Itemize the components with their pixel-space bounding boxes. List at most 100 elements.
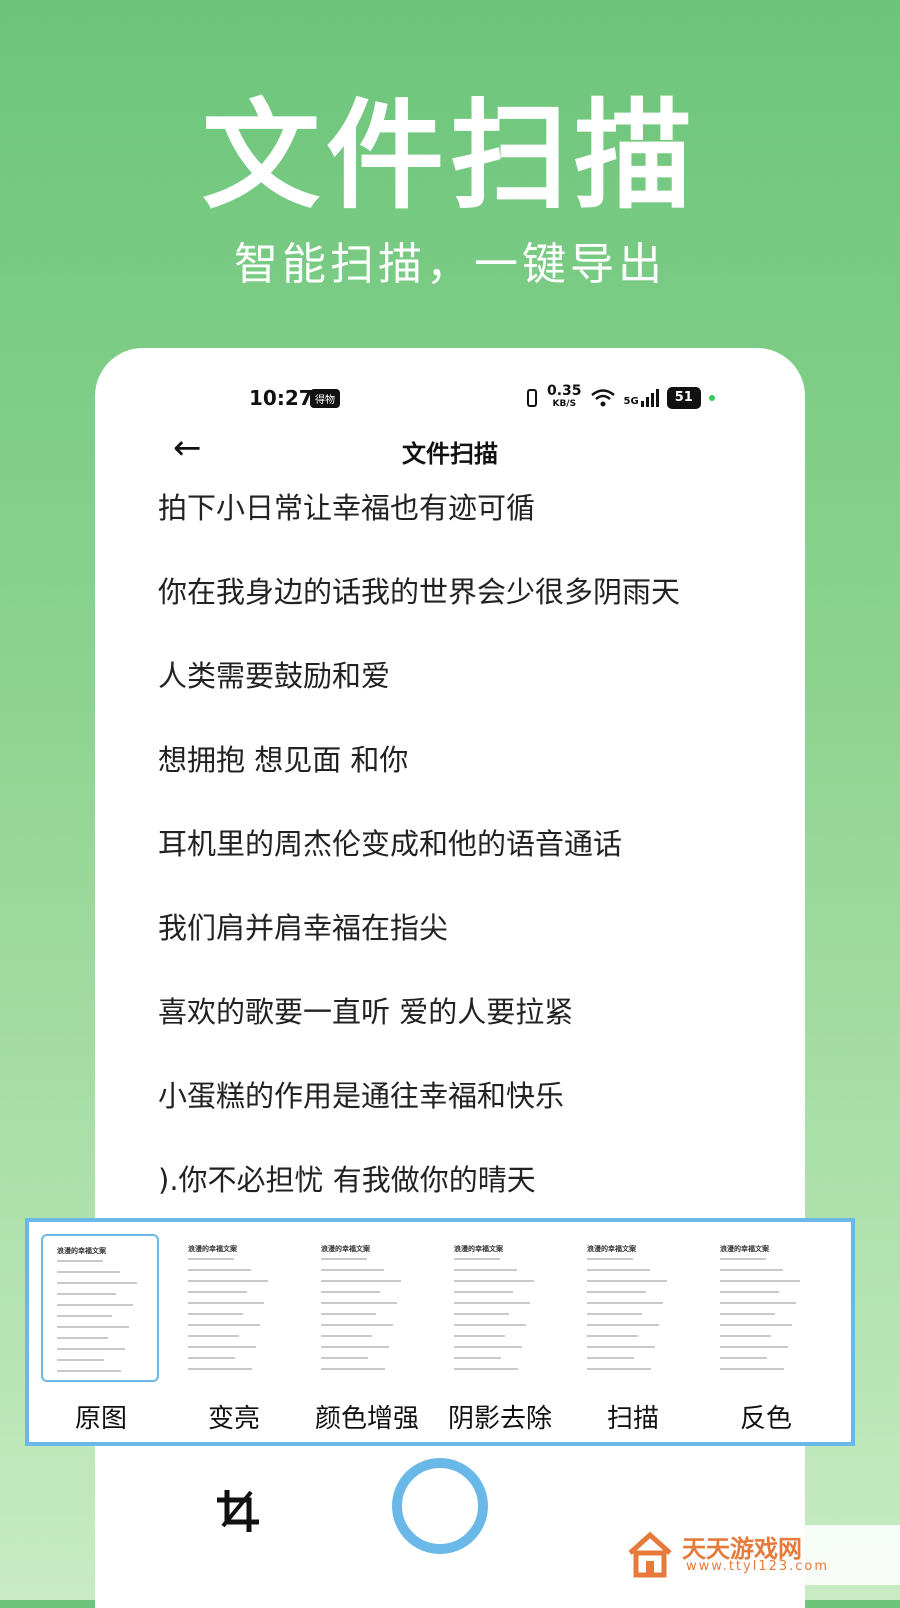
thumbnail-title: 浪漫的幸福文案: [587, 1245, 636, 1253]
thumbnail-text-line: [57, 1293, 116, 1295]
filter-label: 阴影去除: [447, 1404, 552, 1434]
thumbnail-text-line: [720, 1313, 775, 1315]
filter-color-enhance[interactable]: 浪漫的幸福文案 颜色增强: [301, 1234, 433, 1446]
thumbnail-text-line: [57, 1348, 125, 1350]
hero-title: 文件扫描: [201, 87, 698, 225]
thumbnail-text-line: [454, 1313, 509, 1315]
thumbnail-text-line: [454, 1291, 513, 1293]
filter-label: 颜色增强: [314, 1404, 419, 1434]
thumbnail-text-line: [188, 1302, 264, 1304]
thumbnail-text-line: [587, 1368, 651, 1370]
thumbnail-text-line: [57, 1260, 103, 1262]
thumbnail-text-line: [321, 1368, 385, 1370]
thumbnail-text-line: [454, 1302, 530, 1304]
thumbnail-text-line: [454, 1269, 517, 1271]
thumbnail-text-line: [321, 1291, 380, 1293]
thumbnail-text-line: [454, 1346, 522, 1348]
scanned-text: 拍下小日常让幸福也有迹可循 你在我身边的话我的世界会少很多阴雨天 人类需要鼓励和…: [158, 488, 778, 1244]
filter-scan[interactable]: 浪漫的幸福文案 扫描: [567, 1234, 699, 1446]
thumbnail-text-line: [188, 1324, 260, 1326]
thumbnail-text-line: [720, 1368, 784, 1370]
thumbnail-text-line: [188, 1313, 243, 1315]
text-line: 小蛋糕的作用是通往幸福和快乐: [158, 1079, 565, 1113]
filter-shadow-remove[interactable]: 浪漫的幸福文案 阴影去除: [434, 1234, 566, 1446]
thumbnail-text-line: [454, 1324, 526, 1326]
thumbnail-title: 浪漫的幸福文案: [321, 1245, 370, 1253]
status-icons: 0.35 KB/S 5G 51: [525, 383, 715, 410]
filter-brighten[interactable]: 浪漫的幸福文案 变亮: [168, 1234, 300, 1446]
top-nav: ← 文件扫描: [95, 428, 805, 478]
thumbnail-title: 浪漫的幸福文案: [57, 1247, 106, 1255]
thumbnail-text-line: [321, 1346, 389, 1348]
filter-invert[interactable]: 浪漫的幸福文案 反色: [700, 1234, 832, 1446]
thumbnail-title: 浪漫的幸福文案: [720, 1245, 769, 1253]
cellular-signal-icon: 5G: [624, 389, 659, 407]
thumbnail-text-line: [188, 1335, 239, 1337]
page-title: 文件扫描: [402, 440, 498, 468]
shutter-button[interactable]: [392, 1458, 488, 1554]
thumbnail-text-line: [321, 1258, 367, 1260]
thumbnail-text-line: [720, 1280, 800, 1282]
text-line: 我们肩并肩幸福在指尖: [158, 911, 449, 945]
thumbnail-text-line: [188, 1357, 235, 1359]
thumbnail-text-line: [720, 1269, 783, 1271]
thumbnail-text-line: [57, 1337, 108, 1339]
privacy-dot: [708, 395, 715, 401]
watermark-url: www.ttyl123.com: [686, 1559, 830, 1574]
text-line: 人类需要鼓励和爱: [158, 659, 391, 693]
thumbnail-text-line: [454, 1335, 505, 1337]
filter-label: 反色: [739, 1404, 792, 1434]
thumbnail-text-line: [188, 1258, 234, 1260]
thumbnail-text-line: [720, 1324, 792, 1326]
thumbnail-text-line: [720, 1291, 779, 1293]
thumbnail-text-line: [587, 1258, 633, 1260]
thumbnail-text-line: [57, 1359, 104, 1361]
thumbnail-text-line: [587, 1280, 667, 1282]
thumbnail-text-line: [57, 1282, 137, 1284]
text-line: 你在我身边的话我的世界会少很多阴雨天: [158, 575, 681, 609]
thumbnail-text-line: [587, 1269, 650, 1271]
thumbnail-text-line: [321, 1357, 368, 1359]
vibrate-icon: [527, 389, 537, 407]
thumbnail-text-line: [720, 1258, 766, 1260]
thumbnail-text-line: [587, 1324, 659, 1326]
thumbnail-text-line: [587, 1335, 638, 1337]
thumbnail-text-line: [587, 1357, 634, 1359]
thumbnail-text-line: [321, 1324, 393, 1326]
filter-label: 原图: [74, 1404, 127, 1434]
thumbnail-text-line: [587, 1302, 663, 1304]
network-speed: 0.35 KB/S: [547, 383, 582, 409]
filter-thumbnail: 浪漫的幸福文案: [440, 1234, 558, 1382]
thumbnail-text-line: [720, 1346, 788, 1348]
filter-thumbnail: 浪漫的幸福文案: [307, 1234, 425, 1382]
thumbnail-title: 浪漫的幸福文案: [188, 1245, 237, 1253]
filter-original[interactable]: 浪漫的幸福文案 原图: [35, 1234, 167, 1446]
thumbnail-text-line: [57, 1304, 133, 1306]
wifi-icon: [590, 389, 615, 407]
thumbnail-text-line: [587, 1291, 646, 1293]
text-line: 耳机里的周杰伦变成和他的语音通话: [158, 827, 623, 861]
filter-thumbnail: 浪漫的幸福文案: [573, 1234, 691, 1382]
thumbnail-text-line: [321, 1335, 372, 1337]
thumbnail-text-line: [587, 1346, 655, 1348]
thumbnail-text-line: [321, 1280, 401, 1282]
battery-indicator: 51: [666, 387, 701, 409]
thumbnail-text-line: [57, 1271, 120, 1273]
filter-thumbnail: 浪漫的幸福文案: [174, 1234, 292, 1382]
filter-thumbnail: 浪漫的幸福文案: [706, 1234, 824, 1382]
thumbnail-text-line: [57, 1370, 121, 1372]
thumbnail-text-line: [188, 1291, 247, 1293]
thumbnail-text-line: [188, 1280, 268, 1282]
thumbnail-text-line: [454, 1368, 518, 1370]
filter-label: 变亮: [207, 1404, 260, 1434]
status-bar: 10:27 得物 0.35 KB/S 5G 51: [95, 383, 805, 416]
filter-thumbnail: 浪漫的幸福文案: [41, 1234, 159, 1382]
thumbnail-text-line: [587, 1313, 642, 1315]
thumbnail-text-line: [720, 1335, 771, 1337]
thumbnail-text-line: [321, 1313, 376, 1315]
house-logo-icon: [628, 1531, 672, 1578]
crop-icon[interactable]: [213, 1486, 263, 1536]
thumbnail-text-line: [454, 1258, 500, 1260]
status-time: 10:27: [249, 386, 313, 410]
thumbnail-text-line: [57, 1326, 129, 1328]
